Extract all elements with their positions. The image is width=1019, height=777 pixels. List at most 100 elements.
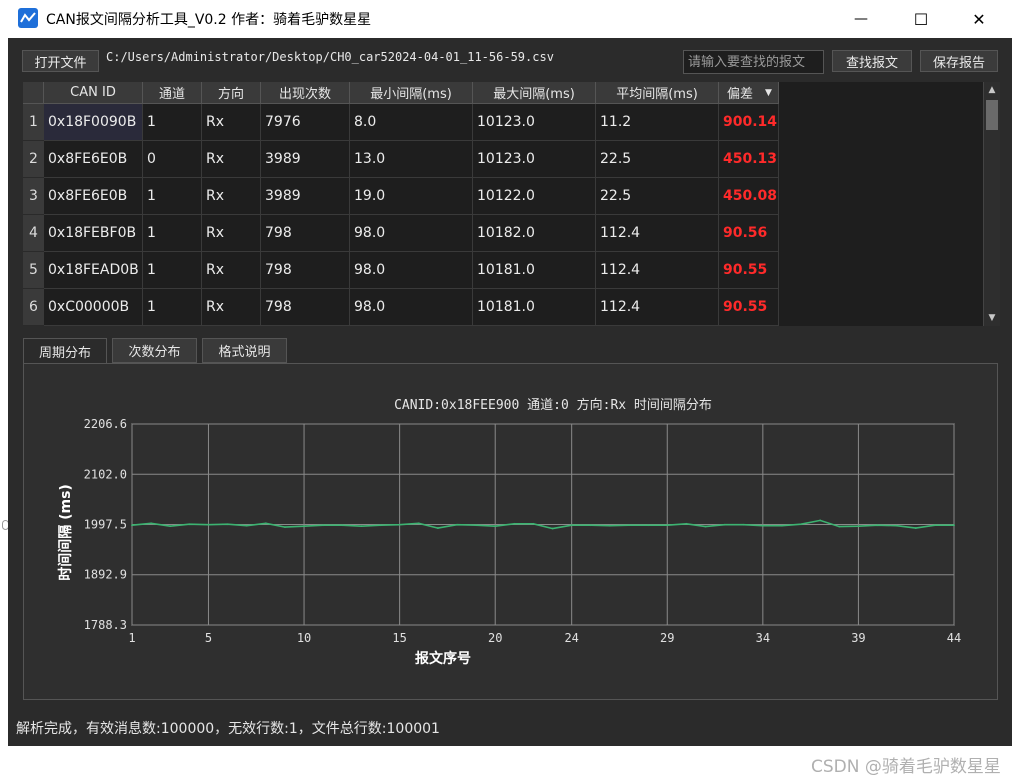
cell-deviation[interactable]: 450.08 (719, 178, 779, 215)
data-point (933, 524, 936, 527)
cell-direction[interactable]: Rx (202, 215, 261, 252)
cell-direction[interactable]: Rx (202, 252, 261, 289)
data-point (647, 524, 650, 527)
scrollbar-thumb[interactable] (986, 100, 998, 130)
data-point (322, 524, 325, 527)
cell-count[interactable]: 798 (261, 252, 350, 289)
data-point (207, 523, 210, 526)
cell-min-interval[interactable]: 8.0 (350, 104, 473, 141)
column-header-max-interval[interactable]: 最大间隔(ms) (473, 82, 596, 104)
cell-min-interval[interactable]: 98.0 (350, 252, 473, 289)
column-header-deviation[interactable]: 偏差 ▼ (719, 82, 779, 104)
cell-avg-interval[interactable]: 112.4 (596, 215, 719, 252)
cell-deviation[interactable]: 90.55 (719, 252, 779, 289)
minimize-button[interactable]: — (832, 0, 890, 38)
cell-min-interval[interactable]: 13.0 (350, 141, 473, 178)
cell-channel[interactable]: 1 (143, 252, 202, 289)
close-button[interactable]: ✕ (950, 0, 1008, 38)
cell-avg-interval[interactable]: 22.5 (596, 178, 719, 215)
cell-can-id[interactable]: 0x18F0090B (44, 104, 143, 141)
column-header-count[interactable]: 出现次数 (261, 82, 350, 104)
data-point (704, 525, 707, 528)
scroll-down-icon[interactable]: ▼ (984, 310, 1000, 326)
cell-direction[interactable]: Rx (202, 141, 261, 178)
column-header-direction[interactable]: 方向 (202, 82, 261, 104)
cell-direction[interactable]: Rx (202, 104, 261, 141)
cell-count[interactable]: 7976 (261, 104, 350, 141)
data-point (226, 523, 229, 526)
column-header-avg-interval[interactable]: 平均间隔(ms) (596, 82, 719, 104)
cell-deviation[interactable]: 900.14 (719, 104, 779, 141)
cell-max-interval[interactable]: 10181.0 (473, 252, 596, 289)
cell-deviation[interactable]: 90.56 (719, 215, 779, 252)
tab-format-description[interactable]: 格式说明 (202, 338, 287, 363)
cell-channel[interactable]: 1 (143, 215, 202, 252)
scroll-up-icon[interactable]: ▲ (984, 82, 1000, 98)
column-header-can-id[interactable]: CAN ID (44, 82, 143, 104)
cell-min-interval[interactable]: 98.0 (350, 215, 473, 252)
cell-direction[interactable]: Rx (202, 289, 261, 326)
cell-avg-interval[interactable]: 112.4 (596, 289, 719, 326)
data-point (685, 522, 688, 525)
cell-max-interval[interactable]: 10123.0 (473, 104, 596, 141)
tab-period-distribution[interactable]: 周期分布 (23, 338, 107, 364)
cell-channel[interactable]: 1 (143, 178, 202, 215)
cell-can-id[interactable]: 0x8FE6E0B (44, 141, 143, 178)
row-number[interactable]: 6 (23, 289, 44, 326)
search-input[interactable] (683, 50, 824, 74)
cell-max-interval[interactable]: 10181.0 (473, 289, 596, 326)
cell-count[interactable]: 798 (261, 289, 350, 326)
cell-can-id[interactable]: 0x18FEBF0B (44, 215, 143, 252)
cell-count[interactable]: 3989 (261, 141, 350, 178)
x-tick-label: 34 (756, 631, 770, 645)
column-header-min-interval[interactable]: 最小间隔(ms) (350, 82, 473, 104)
cell-avg-interval[interactable]: 11.2 (596, 104, 719, 141)
data-point (436, 527, 439, 529)
sort-desc-icon: ▼ (765, 87, 772, 98)
data-point (589, 524, 592, 527)
data-point (609, 524, 611, 527)
data-point (456, 523, 458, 526)
cell-deviation[interactable]: 90.55 (719, 289, 779, 326)
tab-count-distribution[interactable]: 次数分布 (112, 338, 197, 363)
data-point (494, 525, 497, 528)
cell-max-interval[interactable]: 10182.0 (473, 215, 596, 252)
cell-can-id[interactable]: 0x18FEAD0B (44, 252, 143, 289)
cell-channel[interactable]: 1 (143, 104, 202, 141)
y-tick-label: 1997.5 (84, 517, 127, 531)
table-scrollbar[interactable]: ▲ ▼ (983, 82, 1000, 326)
cell-count[interactable]: 3989 (261, 178, 350, 215)
row-number[interactable]: 2 (23, 141, 44, 178)
cell-deviation[interactable]: 450.13 (719, 141, 779, 178)
row-number[interactable]: 3 (23, 178, 44, 215)
data-point (800, 523, 802, 526)
cell-count[interactable]: 798 (261, 215, 350, 252)
find-message-button[interactable]: 查找报文 (832, 50, 912, 72)
cell-avg-interval[interactable]: 112.4 (596, 252, 719, 289)
cell-channel[interactable]: 0 (143, 141, 202, 178)
cell-max-interval[interactable]: 10122.0 (473, 178, 596, 215)
cell-min-interval[interactable]: 98.0 (350, 289, 473, 326)
data-point (475, 524, 477, 527)
cell-channel[interactable]: 1 (143, 289, 202, 326)
cell-avg-interval[interactable]: 22.5 (596, 141, 719, 178)
cell-max-interval[interactable]: 10123.0 (473, 141, 596, 178)
cell-can-id[interactable]: 0xC00000B (44, 289, 143, 326)
data-point (666, 524, 669, 527)
x-axis-label: 报文序号 (415, 650, 471, 667)
column-header-channel[interactable]: 通道 (143, 82, 202, 104)
open-file-button[interactable]: 打开文件 (22, 50, 99, 72)
column-header-deviation-label: 偏差 (727, 87, 754, 102)
data-point (761, 524, 764, 527)
row-number[interactable]: 1 (23, 104, 44, 141)
cell-min-interval[interactable]: 19.0 (350, 178, 473, 215)
save-report-button[interactable]: 保存报告 (920, 50, 998, 72)
data-point (570, 524, 573, 527)
cell-can-id[interactable]: 0x8FE6E0B (44, 178, 143, 215)
data-point (398, 523, 401, 526)
interval-chart: 1788.31892.91997.52102.02206.61 5 10 15 20 24… (57, 397, 961, 667)
maximize-button[interactable]: ☐ (892, 0, 950, 38)
cell-direction[interactable]: Rx (202, 178, 261, 215)
row-number[interactable]: 5 (23, 252, 44, 289)
row-number[interactable]: 4 (23, 215, 44, 252)
